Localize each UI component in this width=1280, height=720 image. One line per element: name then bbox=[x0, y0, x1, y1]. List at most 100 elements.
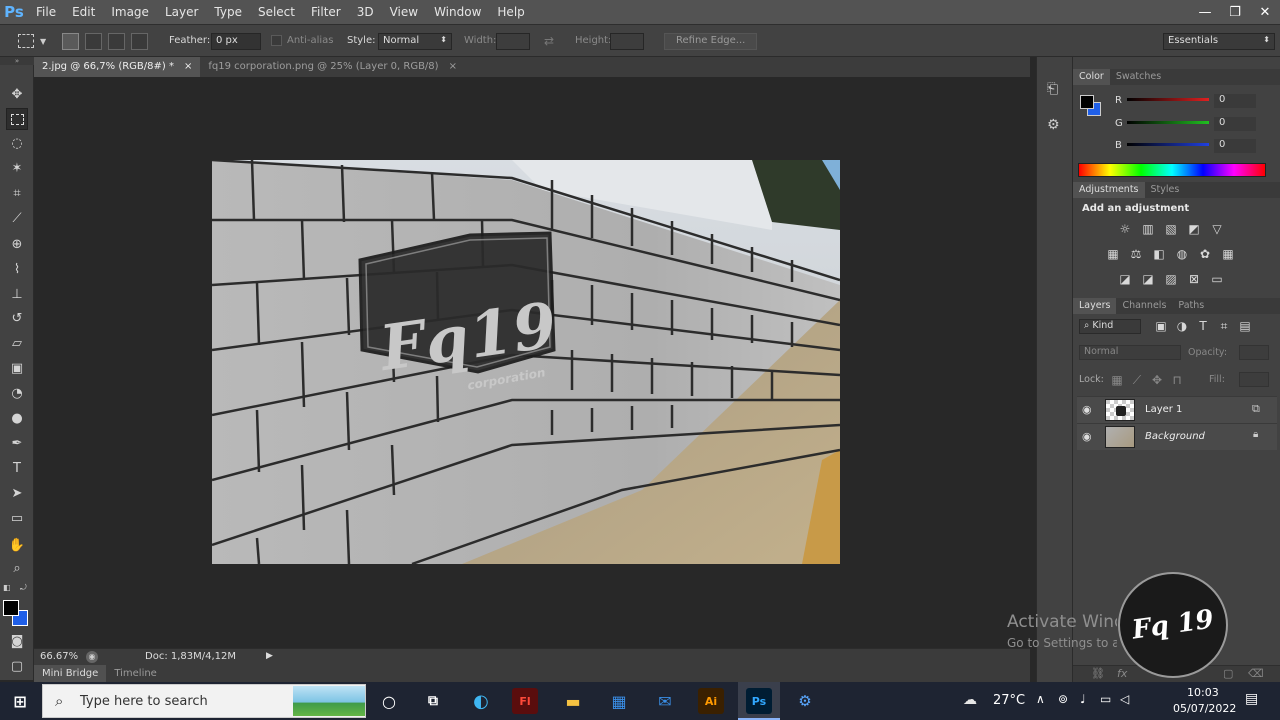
rectangle-tool-icon[interactable]: ▭ bbox=[6, 507, 28, 529]
width-input[interactable] bbox=[496, 33, 530, 50]
height-input[interactable] bbox=[610, 33, 644, 50]
color-spectrum-bar[interactable] bbox=[1078, 163, 1266, 177]
microsoft-store-icon[interactable]: ▦ bbox=[604, 686, 634, 716]
menu-type[interactable]: Type bbox=[206, 0, 250, 24]
menu-file[interactable]: File bbox=[28, 0, 64, 24]
tab-adjustments[interactable]: Adjustments bbox=[1073, 182, 1145, 198]
eyedropper-tool-icon[interactable]: ⟋ bbox=[6, 207, 28, 229]
status-info-icon[interactable]: ◉ bbox=[86, 651, 98, 663]
antialias-checkbox[interactable] bbox=[271, 35, 282, 46]
file-explorer-icon[interactable]: ▬ bbox=[558, 686, 588, 716]
filter-shape-icon[interactable]: ⌗ bbox=[1216, 319, 1232, 333]
eye-icon[interactable]: ◉ bbox=[1082, 430, 1092, 443]
channel-b-value[interactable]: 0 bbox=[1214, 139, 1256, 153]
fx-icon[interactable]: fx bbox=[1117, 667, 1127, 680]
magic-wand-tool-icon[interactable]: ✶ bbox=[6, 157, 28, 179]
tab-swatches[interactable]: Swatches bbox=[1110, 69, 1167, 85]
tab-timeline[interactable]: Timeline bbox=[106, 665, 165, 682]
gradient-map-icon[interactable]: ▭ bbox=[1209, 272, 1225, 286]
layer-row-layer-1[interactable]: ◉ Layer 1 ⧉ bbox=[1077, 396, 1277, 423]
remote-app-icon[interactable]: ⚙ bbox=[790, 686, 820, 716]
opacity-input[interactable] bbox=[1239, 345, 1269, 360]
gradient-tool-icon[interactable]: ▣ bbox=[6, 357, 28, 379]
layer-filter-select[interactable]: ⌕ Kind bbox=[1079, 319, 1141, 334]
menu-layer[interactable]: Layer bbox=[157, 0, 206, 24]
tab-layers[interactable]: Layers bbox=[1073, 298, 1117, 314]
layer-name[interactable]: Background bbox=[1145, 431, 1205, 442]
properties-panel-icon[interactable]: ⚙ bbox=[1047, 117, 1060, 133]
filter-type-icon[interactable]: T bbox=[1195, 319, 1211, 333]
edge-browser-icon[interactable]: ◐ bbox=[466, 686, 496, 716]
collapse-arrows-icon[interactable]: » bbox=[0, 57, 34, 65]
filter-adjustment-icon[interactable]: ◑ bbox=[1174, 319, 1190, 333]
eraser-tool-icon[interactable]: ▱ bbox=[6, 332, 28, 354]
filter-smart-object-icon[interactable]: ▤ bbox=[1237, 319, 1253, 333]
channel-mixer-icon[interactable]: ✿ bbox=[1197, 247, 1213, 261]
menu-image[interactable]: Image bbox=[103, 0, 157, 24]
workspace-select[interactable]: Essentials ⬍ bbox=[1163, 33, 1275, 50]
selective-color-icon[interactable]: ⊠ bbox=[1186, 272, 1202, 286]
exposure-icon[interactable]: ◩ bbox=[1186, 222, 1202, 236]
quick-mask-icon[interactable]: ◙ bbox=[6, 630, 28, 652]
microphone-icon[interactable]: ♩ bbox=[1080, 692, 1086, 706]
zoom-tool-icon[interactable]: ⌕ bbox=[6, 557, 28, 579]
chevron-down-icon[interactable]: ▼ bbox=[40, 37, 46, 46]
close-button[interactable]: ✕ bbox=[1250, 0, 1280, 24]
minimize-button[interactable]: — bbox=[1190, 0, 1220, 24]
blend-mode-select[interactable]: Normal bbox=[1079, 345, 1181, 360]
brush-tool-icon[interactable]: ⌇ bbox=[6, 258, 28, 280]
channel-g-value[interactable]: 0 bbox=[1214, 117, 1256, 131]
tab-paths[interactable]: Paths bbox=[1172, 298, 1210, 314]
crop-tool-icon[interactable]: ⌗ bbox=[6, 182, 28, 204]
vibrance-icon[interactable]: ▽ bbox=[1209, 222, 1225, 236]
refine-edge-button[interactable]: Refine Edge... bbox=[664, 33, 758, 50]
tab-fq19-corporation[interactable]: fq19 corporation.png @ 25% (Layer 0, RGB… bbox=[200, 57, 465, 77]
dodge-tool-icon[interactable]: ● bbox=[6, 407, 28, 429]
swap-colors-icon[interactable]: ⤾ bbox=[20, 583, 27, 593]
tab-mini-bridge[interactable]: Mini Bridge bbox=[34, 665, 107, 682]
channel-b-slider[interactable] bbox=[1127, 143, 1209, 146]
menu-filter[interactable]: Filter bbox=[303, 0, 349, 24]
channel-r-value[interactable]: 0 bbox=[1214, 94, 1256, 108]
blur-tool-icon[interactable]: ◔ bbox=[6, 382, 28, 404]
lock-transparent-icon[interactable]: ▦ bbox=[1109, 373, 1125, 387]
battery-icon[interactable]: ▭ bbox=[1100, 692, 1111, 706]
mail-icon[interactable]: ✉ bbox=[650, 686, 680, 716]
menu-select[interactable]: Select bbox=[250, 0, 303, 24]
clock-date[interactable]: 05/07/2022 bbox=[1173, 702, 1236, 715]
clock-time[interactable]: 10:03 bbox=[1187, 686, 1219, 699]
healing-brush-tool-icon[interactable]: ⊕ bbox=[6, 233, 28, 255]
channel-r-slider[interactable] bbox=[1127, 98, 1209, 101]
tab-2-jpg[interactable]: 2.jpg @ 66,7% (RGB/8#) * × bbox=[34, 57, 201, 77]
clone-stamp-tool-icon[interactable]: ⊥ bbox=[6, 283, 28, 305]
color-balance-icon[interactable]: ⚖ bbox=[1128, 247, 1144, 261]
color-fg-swatch[interactable] bbox=[1080, 95, 1094, 109]
chevron-up-icon[interactable]: ∧ bbox=[1036, 692, 1045, 706]
lock-pixels-icon[interactable]: ⟋ bbox=[1129, 373, 1145, 387]
history-panel-icon[interactable]: ⎗ bbox=[1047, 81, 1058, 97]
hand-tool-icon[interactable]: ✋ bbox=[6, 534, 28, 556]
hue-saturation-icon[interactable]: ▦ bbox=[1105, 247, 1121, 261]
menu-window[interactable]: Window bbox=[426, 0, 489, 24]
flash-app-icon[interactable]: Fl bbox=[512, 688, 538, 714]
task-view-icon[interactable]: ⧉ bbox=[418, 686, 448, 716]
marquee-preset-icon[interactable] bbox=[18, 34, 34, 48]
lock-position-icon[interactable]: ✥ bbox=[1149, 373, 1165, 387]
channel-g-slider[interactable] bbox=[1127, 121, 1209, 124]
close-icon[interactable]: × bbox=[449, 57, 457, 77]
link-layers-icon[interactable]: ⛓ bbox=[1091, 667, 1105, 680]
menu-help[interactable]: Help bbox=[489, 0, 532, 24]
default-colors-icon[interactable]: ◧ bbox=[3, 583, 11, 592]
levels-icon[interactable]: ▥ bbox=[1140, 222, 1156, 236]
document-canvas[interactable]: Fq19 corporation bbox=[212, 160, 840, 564]
new-selection-mode[interactable] bbox=[62, 33, 79, 50]
photoshop-taskbar-button[interactable]: Ps bbox=[738, 682, 780, 720]
brightness-contrast-icon[interactable]: ☼ bbox=[1117, 222, 1133, 236]
black-white-icon[interactable]: ◧ bbox=[1151, 247, 1167, 261]
intersect-selection-mode[interactable] bbox=[131, 33, 148, 50]
notification-icon[interactable]: ▤ bbox=[1245, 691, 1258, 707]
lasso-tool-icon[interactable]: ◌ bbox=[6, 132, 28, 154]
pen-tool-icon[interactable]: ✒ bbox=[6, 432, 28, 454]
tab-channels[interactable]: Channels bbox=[1116, 298, 1172, 314]
windows-start-icon[interactable]: ⊞ bbox=[5, 686, 35, 716]
